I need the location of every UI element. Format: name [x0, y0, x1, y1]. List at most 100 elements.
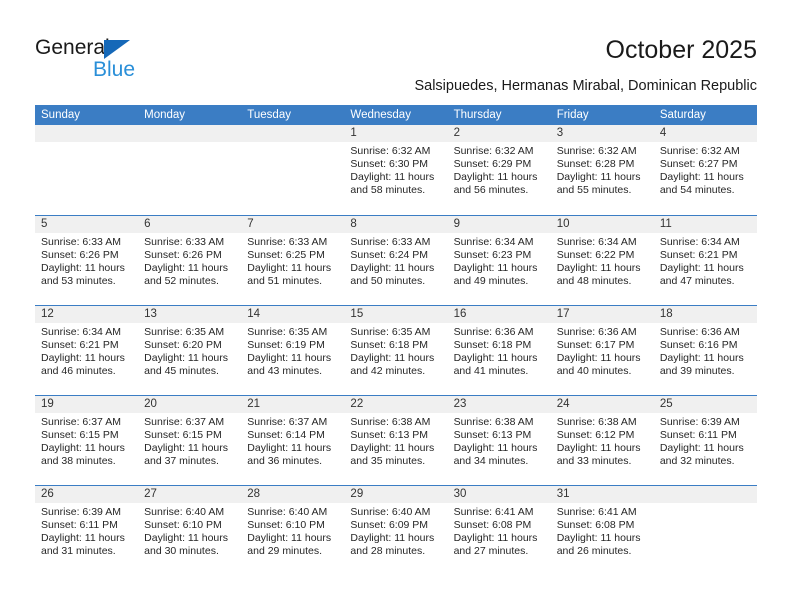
sunset-text: Sunset: 6:26 PM [144, 249, 222, 261]
calendar-week-row: 5 Sunrise: 6:33 AM Sunset: 6:26 PM Daylight… [35, 215, 757, 305]
calendar-weeks: 1 Sunrise: 6:32 AM Sunset: 6:30 PM Daylight… [35, 125, 757, 575]
daylight-text-line2: and 55 minutes. [556, 184, 632, 196]
day-number: 3 [550, 125, 654, 142]
calendar-day-cell[interactable]: 24 Sunrise: 6:38 AM Sunset: 6:12 PM Dayligh… [550, 396, 654, 485]
sunrise-text: Sunrise: 6:35 AM [144, 326, 225, 338]
daylight-text-line2: and 58 minutes. [350, 184, 426, 196]
daylight-text-line1: Daylight: 11 hours [350, 171, 435, 183]
daylight-text-line1: Daylight: 11 hours [144, 262, 228, 274]
calendar-day-cell[interactable]: 31 Sunrise: 6:41 AM Sunset: 6:08 PM Dayligh… [550, 486, 654, 575]
sunset-text: Sunset: 6:21 PM [41, 339, 119, 351]
day-sun-info: Sunrise: 6:33 AM Sunset: 6:24 PM Daylight:… [344, 233, 447, 288]
daylight-text-line2: and 28 minutes. [350, 545, 426, 557]
day-sun-info: Sunrise: 6:34 AM Sunset: 6:23 PM Daylight:… [448, 233, 551, 288]
generalblue-logo[interactable]: General Blue [35, 36, 205, 88]
daylight-text-line2: and 35 minutes. [350, 455, 426, 467]
sunrise-text: Sunrise: 6:32 AM [659, 145, 740, 157]
sunrise-text: Sunrise: 6:38 AM [556, 416, 637, 428]
day-sun-info: Sunrise: 6:37 AM Sunset: 6:14 PM Daylight:… [241, 413, 344, 468]
daylight-text-line1: Daylight: 11 hours [659, 442, 744, 454]
sunset-text: Sunset: 6:25 PM [247, 249, 325, 261]
sunset-text: Sunset: 6:10 PM [247, 519, 325, 531]
sunrise-text: Sunrise: 6:34 AM [659, 236, 740, 248]
sunset-text: Sunset: 6:24 PM [350, 249, 429, 261]
daylight-text-line1: Daylight: 11 hours [556, 262, 641, 274]
calendar-day-cell[interactable]: 23 Sunrise: 6:38 AM Sunset: 6:13 PM Dayligh… [447, 396, 551, 485]
calendar-day-cell[interactable]: 9 Sunrise: 6:34 AM Sunset: 6:23 PM Daylight… [447, 216, 551, 305]
day-number: 21 [241, 396, 345, 413]
calendar-day-cell[interactable]: 11 Sunrise: 6:34 AM Sunset: 6:21 PM Dayligh… [653, 216, 757, 305]
calendar-week-row: 1 Sunrise: 6:32 AM Sunset: 6:30 PM Daylight… [35, 125, 757, 215]
calendar-day-cell[interactable]: 18 Sunrise: 6:36 AM Sunset: 6:16 PM Dayligh… [653, 306, 757, 395]
daylight-text-line2: and 46 minutes. [41, 365, 116, 377]
sunrise-text: Sunrise: 6:34 AM [453, 236, 534, 248]
calendar-day-cell[interactable]: 15 Sunrise: 6:35 AM Sunset: 6:18 PM Dayligh… [344, 306, 448, 395]
day-number: 15 [344, 306, 448, 323]
daylight-text-line2: and 37 minutes. [144, 455, 219, 467]
sunrise-text: Sunrise: 6:33 AM [144, 236, 225, 248]
calendar-day-cell[interactable]: 7 Sunrise: 6:33 AM Sunset: 6:25 PM Daylight… [241, 216, 345, 305]
day-sun-info: Sunrise: 6:35 AM Sunset: 6:19 PM Daylight:… [241, 323, 344, 378]
calendar-day-cell[interactable]: 27 Sunrise: 6:40 AM Sunset: 6:10 PM Dayligh… [138, 486, 242, 575]
sunset-text: Sunset: 6:27 PM [659, 158, 738, 170]
sunrise-text: Sunrise: 6:34 AM [41, 326, 121, 338]
calendar-day-cell[interactable]: 30 Sunrise: 6:41 AM Sunset: 6:08 PM Dayligh… [447, 486, 551, 575]
calendar-day-cell[interactable]: 3 Sunrise: 6:32 AM Sunset: 6:28 PM Daylight… [550, 125, 654, 215]
calendar-day-cell[interactable]: 5 Sunrise: 6:33 AM Sunset: 6:26 PM Daylight… [35, 216, 139, 305]
calendar-day-cell[interactable]: 16 Sunrise: 6:36 AM Sunset: 6:18 PM Dayligh… [447, 306, 551, 395]
day-number: 11 [653, 216, 757, 233]
sunset-text: Sunset: 6:11 PM [41, 519, 118, 531]
triangle-right-icon [104, 40, 130, 59]
sunset-text: Sunset: 6:08 PM [556, 519, 635, 531]
sunrise-text: Sunrise: 6:35 AM [350, 326, 431, 338]
weekday-header-sunday: Sunday [41, 109, 81, 121]
calendar-day-cell[interactable]: 4 Sunrise: 6:32 AM Sunset: 6:27 PM Daylight… [653, 125, 757, 215]
day-sun-info: Sunrise: 6:41 AM Sunset: 6:08 PM Daylight:… [448, 503, 551, 558]
day-sun-info: Sunrise: 6:34 AM Sunset: 6:21 PM Daylight:… [654, 233, 757, 288]
daylight-text-line1: Daylight: 11 hours [453, 442, 538, 454]
calendar-day-cell[interactable]: 22 Sunrise: 6:38 AM Sunset: 6:13 PM Dayligh… [344, 396, 448, 485]
daylight-text-line2: and 56 minutes. [453, 184, 529, 196]
daylight-text-line1: Daylight: 11 hours [144, 532, 228, 544]
daylight-text-line2: and 29 minutes. [247, 545, 322, 557]
day-number [653, 486, 757, 503]
day-sun-info: Sunrise: 6:40 AM Sunset: 6:09 PM Daylight:… [344, 503, 447, 558]
daylight-text-line2: and 53 minutes. [41, 275, 116, 287]
weekday-header-monday: Monday [144, 109, 186, 121]
day-sun-info: Sunrise: 6:38 AM Sunset: 6:13 PM Daylight:… [448, 413, 551, 468]
calendar-day-cell[interactable]: 19 Sunrise: 6:37 AM Sunset: 6:15 PM Dayligh… [35, 396, 139, 485]
day-sun-info: Sunrise: 6:33 AM Sunset: 6:26 PM Daylight:… [35, 233, 138, 288]
daylight-text-line1: Daylight: 11 hours [659, 352, 744, 364]
calendar-day-cell[interactable]: 13 Sunrise: 6:35 AM Sunset: 6:20 PM Dayligh… [138, 306, 242, 395]
calendar-day-cell[interactable]: 21 Sunrise: 6:37 AM Sunset: 6:14 PM Dayligh… [241, 396, 345, 485]
daylight-text-line1: Daylight: 11 hours [247, 532, 332, 544]
daylight-text-line1: Daylight: 11 hours [350, 442, 435, 454]
calendar-day-cell[interactable]: 10 Sunrise: 6:34 AM Sunset: 6:22 PM Dayligh… [550, 216, 654, 305]
day-number: 10 [550, 216, 654, 233]
daylight-text-line1: Daylight: 11 hours [659, 262, 744, 274]
calendar-day-cell[interactable]: 2 Sunrise: 6:32 AM Sunset: 6:29 PM Daylight… [447, 125, 551, 215]
calendar-day-cell[interactable]: 14 Sunrise: 6:35 AM Sunset: 6:19 PM Dayligh… [241, 306, 345, 395]
calendar-day-cell[interactable]: 8 Sunrise: 6:33 AM Sunset: 6:24 PM Daylight… [344, 216, 448, 305]
calendar-day-cell-empty [653, 486, 757, 575]
calendar-day-cell[interactable]: 25 Sunrise: 6:39 AM Sunset: 6:11 PM Dayligh… [653, 396, 757, 485]
calendar-day-cell[interactable]: 12 Sunrise: 6:34 AM Sunset: 6:21 PM Dayligh… [35, 306, 139, 395]
daylight-text-line1: Daylight: 11 hours [556, 171, 641, 183]
sunrise-text: Sunrise: 6:37 AM [144, 416, 225, 428]
calendar-day-cell[interactable]: 6 Sunrise: 6:33 AM Sunset: 6:26 PM Daylight… [138, 216, 242, 305]
calendar-day-cell[interactable]: 20 Sunrise: 6:37 AM Sunset: 6:15 PM Dayligh… [138, 396, 242, 485]
calendar-day-cell[interactable]: 28 Sunrise: 6:40 AM Sunset: 6:10 PM Dayligh… [241, 486, 345, 575]
calendar-day-cell[interactable]: 29 Sunrise: 6:40 AM Sunset: 6:09 PM Dayligh… [344, 486, 448, 575]
calendar-day-cell[interactable]: 17 Sunrise: 6:36 AM Sunset: 6:17 PM Dayligh… [550, 306, 654, 395]
calendar-day-cell[interactable]: 26 Sunrise: 6:39 AM Sunset: 6:11 PM Dayligh… [35, 486, 139, 575]
day-number: 30 [447, 486, 551, 503]
sunrise-text: Sunrise: 6:34 AM [556, 236, 637, 248]
daylight-text-line2: and 47 minutes. [659, 275, 735, 287]
calendar-day-cell[interactable]: 1 Sunrise: 6:32 AM Sunset: 6:30 PM Daylight… [344, 125, 448, 215]
day-number: 9 [447, 216, 551, 233]
day-number: 26 [35, 486, 139, 503]
day-number: 4 [653, 125, 757, 142]
day-number: 2 [447, 125, 551, 142]
day-sun-info: Sunrise: 6:32 AM Sunset: 6:27 PM Daylight:… [654, 142, 757, 197]
sunrise-text: Sunrise: 6:32 AM [556, 145, 637, 157]
